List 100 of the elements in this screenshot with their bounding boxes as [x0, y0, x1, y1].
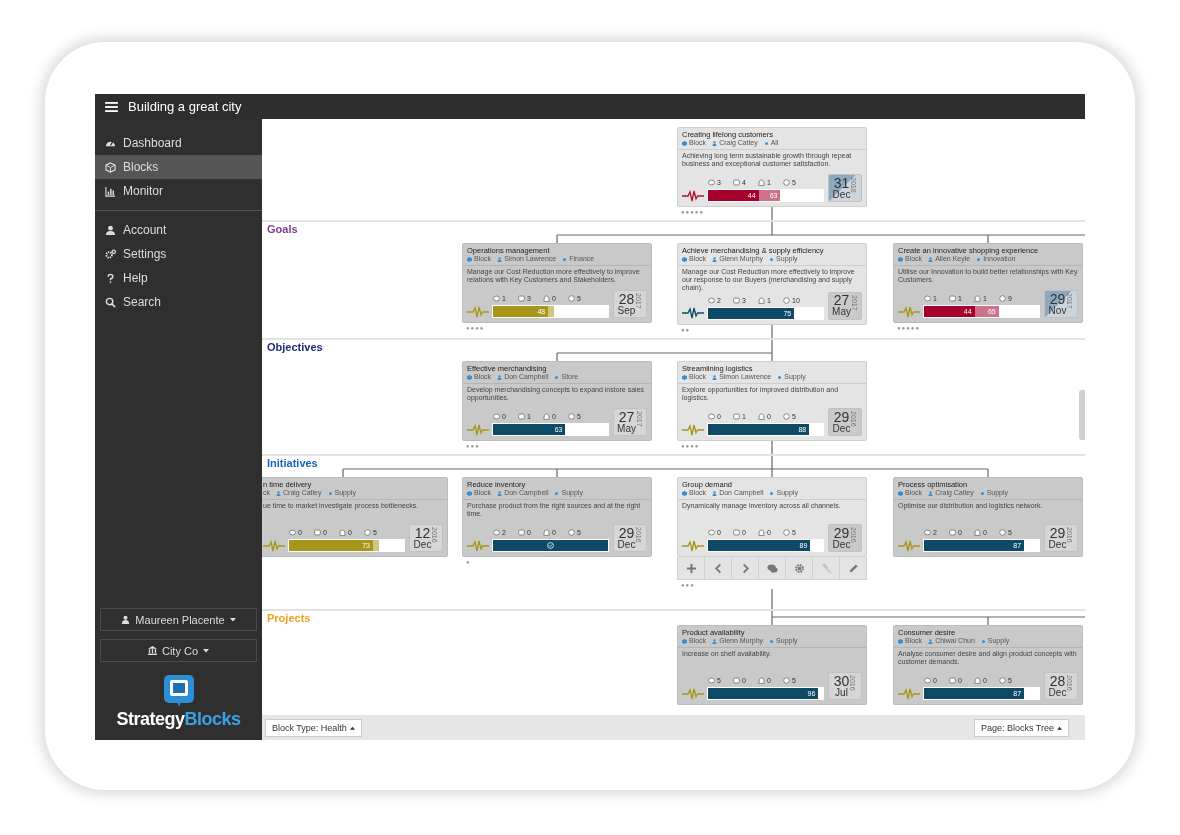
sidebar-item[interactable]: Help [95, 266, 262, 290]
circle-icon [999, 295, 1006, 302]
level-label: Goals [267, 223, 298, 235]
cube-icon [682, 490, 687, 496]
circle-icon [783, 179, 790, 186]
level-label: Projects [267, 612, 311, 624]
cube-icon [682, 638, 687, 644]
document-icon [949, 529, 956, 536]
comment-icon [708, 677, 715, 684]
cube-icon [682, 374, 687, 380]
level-label: Initiatives [267, 457, 318, 469]
cube-icon [682, 140, 687, 146]
circle-icon [783, 677, 790, 684]
circle-icon [999, 529, 1006, 536]
date-day: 29 [1049, 526, 1066, 539]
logo-text: StrategyBlocks [116, 709, 241, 730]
dot-icon [976, 256, 982, 262]
bar-chart-icon [105, 185, 116, 197]
circle-icon [783, 413, 790, 420]
comment-icon [924, 295, 931, 302]
sidebar-item[interactable]: Account [95, 218, 262, 242]
window-title: Building a great city [128, 99, 242, 114]
date-month: May [617, 422, 636, 434]
cube-icon [467, 490, 472, 496]
user-menu-button[interactable]: Maureen Placente [100, 608, 257, 631]
block-card[interactable] [677, 243, 867, 325]
sidebar-item[interactable]: Monitor [95, 179, 262, 203]
level-label: Objectives [267, 341, 323, 353]
date-month: Jul [835, 686, 848, 698]
help-icon [105, 272, 116, 284]
document-icon [518, 529, 525, 536]
cube-icon [898, 490, 903, 496]
cube-icon [682, 256, 687, 262]
comment-icon [708, 529, 715, 536]
document-icon [518, 413, 525, 420]
organization-menu-button[interactable]: City Co [100, 639, 257, 662]
date-month: Dec [413, 538, 432, 550]
comments-icon [766, 562, 778, 574]
chevron-left-icon [712, 562, 724, 574]
document-icon [733, 529, 740, 536]
sidebar-item[interactable]: Blocks [95, 155, 262, 179]
plus-icon [685, 562, 697, 574]
cube-icon [898, 638, 903, 644]
dot-icon [554, 374, 560, 380]
dot-icon [769, 638, 775, 644]
dot-icon [980, 638, 986, 644]
search-icon [105, 296, 116, 308]
date-month: Dec [832, 538, 851, 550]
date-day: 28 [618, 292, 635, 305]
comment-icon [708, 179, 715, 186]
comment-icon [289, 529, 296, 536]
circle-icon [568, 413, 575, 420]
dot-icon [769, 490, 775, 496]
date-day: 29 [833, 410, 850, 423]
dot-icon [327, 490, 333, 496]
date-day: 29 [833, 526, 850, 539]
sidebar-item[interactable]: Search [95, 290, 262, 314]
circle-icon [999, 677, 1006, 684]
cube-icon [467, 374, 472, 380]
date-month: May [832, 306, 851, 317]
circle-icon [568, 529, 575, 536]
dot-icon [554, 490, 560, 496]
date-day: 29 [618, 526, 635, 539]
document-icon [314, 529, 321, 536]
date-day: 27 [618, 410, 635, 423]
date-month: Dec [832, 188, 851, 200]
dot-icon [777, 374, 783, 380]
bank-icon [147, 646, 157, 655]
document-icon [949, 677, 956, 684]
dot-icon [979, 490, 985, 496]
comment-icon [924, 677, 931, 684]
date-day: 12 [414, 526, 431, 539]
document-icon [949, 295, 956, 302]
circle-icon [568, 295, 575, 302]
document-icon [518, 295, 525, 302]
date-month: Dec [617, 538, 636, 550]
block-type-button[interactable]: Block Type: Health [265, 718, 362, 737]
date-month: Dec [832, 422, 851, 434]
circle-icon [783, 529, 790, 536]
dot-icon [769, 256, 775, 262]
pencil-icon [847, 562, 859, 574]
date-month: Nov [1048, 304, 1067, 316]
logo-icon [162, 674, 195, 708]
date-day: 29 [1049, 292, 1066, 305]
cube-icon [105, 161, 116, 173]
caret-icon [349, 725, 355, 730]
date-day: 27 [833, 294, 850, 306]
document-icon [733, 413, 740, 420]
menu-icon[interactable] [105, 101, 118, 112]
caret-icon [229, 617, 236, 622]
sidebar-item[interactable]: Dashboard [95, 131, 262, 155]
cube-icon [467, 256, 472, 262]
page-button[interactable]: Page: Blocks Tree [973, 718, 1069, 737]
sidebar-item[interactable]: Settings [95, 242, 262, 266]
comment-icon [708, 413, 715, 420]
comment-icon [924, 529, 931, 536]
check-icon [547, 542, 554, 549]
scroll-handle[interactable] [1079, 390, 1085, 440]
settings-icon [105, 248, 116, 260]
date-month: Dec [1048, 686, 1067, 698]
